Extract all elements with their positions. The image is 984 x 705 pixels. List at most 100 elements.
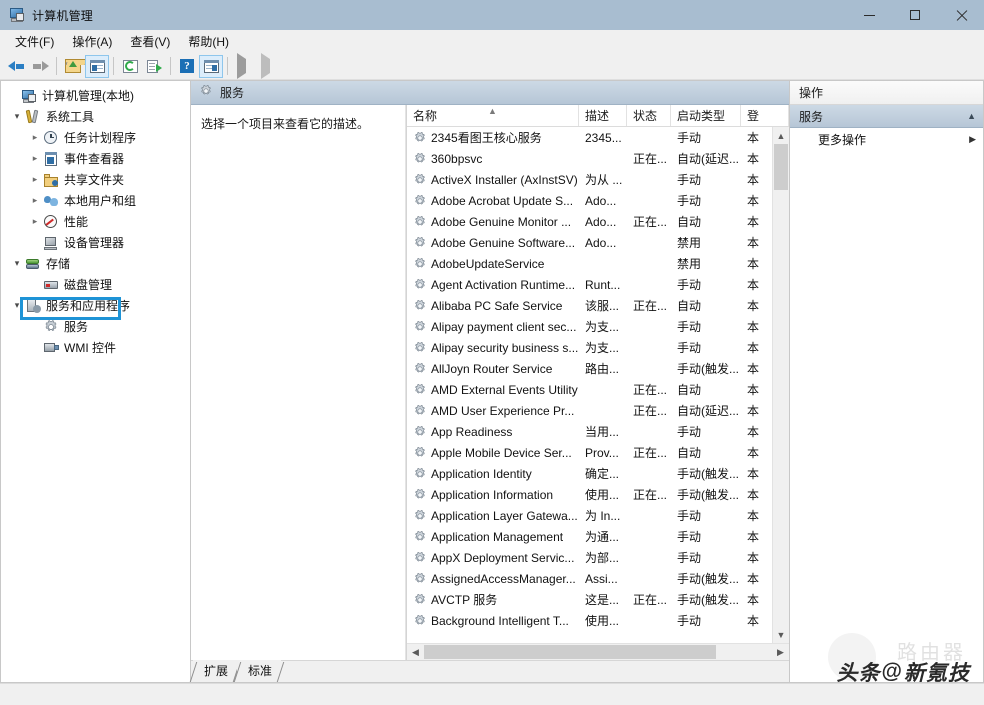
column-description[interactable]: 描述 <box>579 105 627 126</box>
cell-startup-type: 手动 <box>671 318 741 335</box>
tree-item-disk-management[interactable]: 磁盘管理 <box>1 274 190 295</box>
table-row[interactable]: AppX Deployment Servic...为部...手动本 <box>407 547 772 568</box>
tree-item-storage[interactable]: ▾ 存储 <box>1 253 190 274</box>
tree-item-services[interactable]: 服务 <box>1 316 190 337</box>
table-row[interactable]: Adobe Genuine Software...Ado...禁用本 <box>407 232 772 253</box>
column-log-on-as[interactable]: 登 <box>741 105 789 126</box>
services-horizontal-scrollbar[interactable]: ◀ ▶ <box>407 643 789 660</box>
chevron-down-icon[interactable]: ▾ <box>9 300 25 311</box>
table-row[interactable]: 2345看图王核心服务2345...手动本 <box>407 127 772 148</box>
chevron-right-icon[interactable]: ▸ <box>27 216 43 227</box>
table-row[interactable]: AVCTP 服务这是...正在...手动(触发...本 <box>407 589 772 610</box>
tree-item-system-tools[interactable]: ▾ 系统工具 <box>1 106 190 127</box>
scroll-left-button[interactable]: ◀ <box>407 644 424 660</box>
vertical-scroll-track[interactable] <box>773 144 789 626</box>
table-row[interactable]: AllJoyn Router Service路由...手动(触发...本 <box>407 358 772 379</box>
table-row[interactable]: Adobe Genuine Monitor ...Ado...正在...自动本 <box>407 211 772 232</box>
resume-service-button[interactable] <box>256 55 280 78</box>
horizontal-scroll-thumb[interactable] <box>424 645 716 659</box>
table-row[interactable]: Application Identity确定...手动(触发...本 <box>407 463 772 484</box>
chevron-down-icon[interactable]: ▾ <box>9 258 25 269</box>
table-row[interactable]: Alipay security business s...为支...手动本 <box>407 337 772 358</box>
export-list-button[interactable] <box>142 55 166 78</box>
services-list-rows[interactable]: 2345看图王核心服务2345...手动本360bpsvc正在...自动(延迟.… <box>407 127 772 643</box>
menu-action[interactable]: 操作(A) <box>63 30 121 53</box>
column-startup-type[interactable]: 启动类型 <box>671 105 741 126</box>
forward-button[interactable] <box>28 55 52 78</box>
cell-startup-type: 自动 <box>671 213 741 230</box>
menu-file[interactable]: 文件(F) <box>6 30 63 53</box>
tree-item-performance[interactable]: ▸ 性能 <box>1 211 190 232</box>
service-name-label: Adobe Acrobat Update S... <box>431 194 573 208</box>
menu-help[interactable]: 帮助(H) <box>179 30 238 53</box>
table-row[interactable]: AMD User Experience Pr...正在...自动(延迟...本 <box>407 400 772 421</box>
scroll-right-button[interactable]: ▶ <box>772 644 789 660</box>
cell-description: 为部... <box>579 549 627 566</box>
cell-service-name: Background Intelligent T... <box>407 614 579 628</box>
tree-item-computer-management[interactable]: 计算机管理(本地) <box>1 85 190 106</box>
tree-item-shared-folders[interactable]: ▸ 共享文件夹 <box>1 169 190 190</box>
cell-log-on-as: 本 <box>741 507 772 524</box>
chevron-down-icon[interactable]: ▾ <box>9 111 25 122</box>
services-vertical-scrollbar[interactable]: ▲ ▼ <box>772 127 789 643</box>
table-row[interactable]: AssignedAccessManager...Assi...手动(触发...本 <box>407 568 772 589</box>
maximize-button[interactable] <box>892 0 938 30</box>
tab-standard[interactable]: 标准 <box>237 660 281 682</box>
tree-item-device-manager[interactable]: 设备管理器 <box>1 232 190 253</box>
chevron-right-icon[interactable]: ▸ <box>27 174 43 185</box>
table-row[interactable]: Apple Mobile Device Ser...Prov...正在...自动… <box>407 442 772 463</box>
minimize-button[interactable] <box>846 0 892 30</box>
show-hide-action-pane-button[interactable] <box>199 55 223 78</box>
pause-service-button[interactable] <box>304 55 328 78</box>
scroll-up-button[interactable]: ▲ <box>773 127 789 144</box>
chevron-right-icon[interactable]: ▸ <box>27 132 43 143</box>
toolbar: ? <box>0 53 984 80</box>
table-row[interactable]: AdobeUpdateService禁用本 <box>407 253 772 274</box>
tree-item-services-and-applications[interactable]: ▾ 服务和应用程序 <box>1 295 190 316</box>
table-row[interactable]: Background Intelligent T...使用...手动本 <box>407 610 772 631</box>
chevron-right-icon[interactable]: ▸ <box>27 153 43 164</box>
show-hide-console-tree-button[interactable] <box>85 55 109 78</box>
menu-view[interactable]: 查看(V) <box>121 30 179 53</box>
back-button[interactable] <box>4 55 28 78</box>
cell-startup-type: 手动 <box>671 612 741 629</box>
table-row[interactable]: ActiveX Installer (AxInstSV)为从 ...手动本 <box>407 169 772 190</box>
action-more-actions[interactable]: 更多操作 ▶ <box>790 128 983 150</box>
service-name-label: Alipay security business s... <box>431 341 578 355</box>
table-row[interactable]: App Readiness当用...手动本 <box>407 421 772 442</box>
tree-item-wmi-control[interactable]: WMI 控件 <box>1 337 190 358</box>
close-button[interactable] <box>938 0 984 30</box>
table-row[interactable]: AMD External Events Utility正在...自动本 <box>407 379 772 400</box>
tree-item-event-viewer[interactable]: ▸ 事件查看器 <box>1 148 190 169</box>
column-name[interactable]: 名称 ▲ <box>407 105 579 126</box>
table-row[interactable]: Agent Activation Runtime...Runt...手动本 <box>407 274 772 295</box>
stop-service-button[interactable] <box>280 55 304 78</box>
table-row[interactable]: Application Layer Gatewa...为 In...手动本 <box>407 505 772 526</box>
cell-service-name: AVCTP 服务 <box>407 591 579 608</box>
chevron-up-icon[interactable]: ▲ <box>967 111 976 121</box>
tree-item-task-scheduler[interactable]: ▸ 任务计划程序 <box>1 127 190 148</box>
start-service-button[interactable] <box>232 55 256 78</box>
table-row[interactable]: Adobe Acrobat Update S...Ado...手动本 <box>407 190 772 211</box>
tab-extended[interactable]: 扩展 <box>193 660 237 682</box>
console-tree-pane[interactable]: 计算机管理(本地) ▾ 系统工具 ▸ 任务计划程序 ▸ 事件查看器 ▸ 共享文件 <box>0 80 190 683</box>
actions-group-services[interactable]: 服务 ▲ <box>790 105 983 128</box>
tree-item-local-users-and-groups[interactable]: ▸ 本地用户和组 <box>1 190 190 211</box>
table-row[interactable]: 360bpsvc正在...自动(延迟...本 <box>407 148 772 169</box>
help-button[interactable]: ? <box>175 55 199 78</box>
chevron-right-icon[interactable]: ▸ <box>27 195 43 206</box>
cell-service-name: App Readiness <box>407 425 579 439</box>
table-row[interactable]: Alipay payment client sec...为支...手动本 <box>407 316 772 337</box>
table-row[interactable]: Application Information使用...正在...手动(触发..… <box>407 484 772 505</box>
toolbar-separator <box>113 57 114 75</box>
scroll-down-button[interactable]: ▼ <box>773 626 789 643</box>
horizontal-scroll-track[interactable] <box>424 644 772 660</box>
table-row[interactable]: Application Management为通...手动本 <box>407 526 772 547</box>
cell-log-on-as: 本 <box>741 276 772 293</box>
vertical-scroll-thumb[interactable] <box>774 144 788 190</box>
column-status[interactable]: 状态 <box>627 105 671 126</box>
refresh-button[interactable] <box>118 55 142 78</box>
table-row[interactable]: Alibaba PC Safe Service该服...正在...自动本 <box>407 295 772 316</box>
up-one-level-button[interactable] <box>61 55 85 78</box>
restart-service-button[interactable] <box>328 55 352 78</box>
